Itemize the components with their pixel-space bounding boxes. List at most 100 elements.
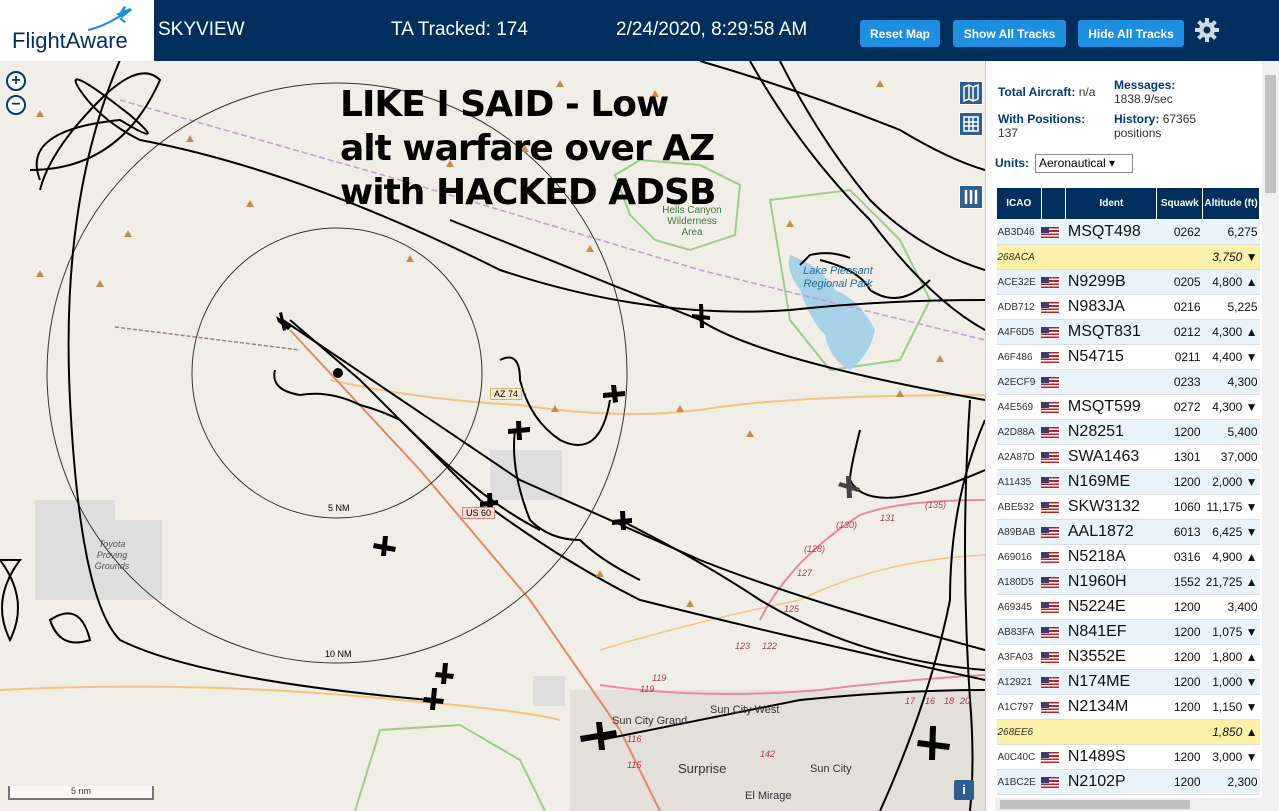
row-flag — [1041, 369, 1066, 395]
row-ident: N28251 — [1065, 419, 1157, 445]
row-icao: 268ACA — [996, 244, 1042, 270]
row-icao: AB83FA — [996, 619, 1042, 645]
row-squawk: 0262 — [1156, 219, 1203, 245]
table-row[interactable]: A1BC2E N2102P 1200 2,300 — [996, 769, 1260, 795]
row-ident: N5224E — [1065, 594, 1157, 620]
aircraft-icon — [423, 688, 444, 710]
label-surprise: Surprise — [678, 761, 727, 776]
row-ident: N2102P — [1065, 769, 1157, 795]
grid-toggle-button[interactable] — [959, 112, 983, 136]
col-flag[interactable] — [1040, 187, 1067, 220]
row-flag — [1041, 719, 1066, 745]
us-flag-icon — [1041, 376, 1060, 388]
table-row[interactable]: AB83FA N841EF 1200 1,075 ▼ — [996, 619, 1260, 645]
row-altitude: 4,800 ▲ — [1202, 269, 1260, 295]
table-row[interactable]: A11435 N169ME 1200 2,000 ▼ — [996, 469, 1260, 495]
table-row[interactable]: A3FA03 N3552E 1200 1,800 ▲ — [996, 644, 1260, 670]
label-route: 125 — [784, 604, 800, 614]
table-row[interactable]: A2ECF9 0233 4,300 — [996, 369, 1260, 395]
reset-map-button[interactable]: Reset Map — [860, 20, 940, 47]
table-row[interactable]: ACE32E N9299B 0205 4,800 ▲ — [996, 269, 1260, 295]
row-altitude: 37,000 — [1202, 444, 1260, 470]
table-row[interactable]: A89BAB AAL1872 6013 6,425 ▼ — [996, 519, 1260, 545]
row-altitude: 21,725 ▲ — [1202, 569, 1260, 595]
units-select[interactable]: Aeronautical ▾ — [1035, 154, 1133, 173]
vertical-scrollbar-thumb[interactable] — [1265, 75, 1276, 193]
table-row[interactable]: A1C797 N2134M 1200 1,150 ▼ — [996, 694, 1260, 720]
row-ident: N2134M — [1065, 694, 1157, 720]
trail — [114, 326, 301, 351]
table-row[interactable]: A69016 N5218A 0316 4,900 ▲ — [996, 544, 1260, 570]
row-icao: AB3D46 — [996, 219, 1042, 245]
gear-icon[interactable] — [1194, 17, 1220, 43]
brand-name: FlightAware — [12, 28, 128, 53]
zoom-in-button[interactable]: + — [6, 71, 26, 91]
us-flag-icon — [1041, 701, 1060, 713]
table-row[interactable]: A4F6D5 MSQT831 0212 4,300 ▲ — [996, 319, 1260, 345]
row-squawk: 6013 — [1156, 519, 1203, 545]
row-ident: N169ME — [1065, 469, 1157, 495]
us-flag-icon — [1041, 501, 1060, 513]
row-icao: A1C797 — [996, 694, 1042, 720]
col-squawk[interactable]: Squawk — [1156, 187, 1204, 220]
row-icao: A89BAB — [996, 519, 1042, 545]
columns-toggle-button[interactable] — [959, 185, 983, 209]
top-bar: FlightAware SKYVIEW TA Tracked: 174 2/24… — [0, 0, 1279, 61]
table-row[interactable]: A180D5 N1960H 1552 21,725 ▲ — [996, 569, 1260, 595]
info-button[interactable]: i — [954, 780, 974, 800]
row-altitude: 3,000 ▼ — [1202, 744, 1260, 770]
row-flag — [1041, 694, 1066, 720]
table-row[interactable]: A69345 N5224E 1200 3,400 — [996, 594, 1260, 620]
terrain-patch — [533, 676, 565, 706]
aircraft-table: ICAO Ident Squawk Altitude (ft) AB3D46 MS… — [996, 187, 1260, 811]
horizontal-scrollbar-thumb[interactable] — [1000, 800, 1190, 809]
table-row[interactable]: ABE532 SKW3132 1060 11,175 ▼ — [996, 494, 1260, 520]
table-row[interactable]: A0C40C N1489S 1200 3,000 ▼ — [996, 744, 1260, 770]
row-squawk: 1200 — [1156, 744, 1203, 770]
row-ident — [1065, 244, 1157, 270]
row-flag — [1041, 544, 1066, 570]
us-flag-icon — [1041, 776, 1060, 788]
flightaware-logo[interactable]: FlightAware — [0, 0, 154, 61]
row-icao: ACE32E — [996, 269, 1042, 295]
map-view[interactable]: Hells Canyon Wilderness Area Lake Pleasa… — [0, 61, 985, 811]
us-flag-icon — [1041, 576, 1060, 588]
hide-all-tracks-button[interactable]: Hide All Tracks — [1078, 20, 1184, 47]
col-icao[interactable]: ICAO — [996, 187, 1042, 220]
tracked-count: TA Tracked: 174 — [391, 19, 528, 40]
row-ident: MSQT831 — [1065, 319, 1157, 345]
table-row[interactable]: A2D88A N28251 1200 5,400 — [996, 419, 1260, 445]
label-route: 115 — [627, 760, 642, 770]
terrain-patch — [490, 450, 562, 500]
table-row[interactable]: 268EE6 1,850 ▲ — [996, 719, 1260, 745]
label-el-mirage: El Mirage — [745, 790, 792, 802]
row-squawk: 1200 — [1156, 594, 1203, 620]
row-icao: A69016 — [996, 544, 1042, 570]
row-icao: A4F6D5 — [996, 319, 1042, 345]
label-route: 20 — [960, 696, 971, 706]
row-icao: A3FA03 — [996, 644, 1042, 670]
label-route: 122 — [762, 641, 778, 651]
row-altitude: 4,400 ▼ — [1202, 344, 1260, 370]
show-all-tracks-button[interactable]: Show All Tracks — [953, 20, 1066, 47]
row-squawk — [1156, 244, 1203, 270]
us-flag-icon — [1041, 326, 1060, 338]
table-row[interactable]: AB3D46 MSQT498 0262 6,275 — [996, 219, 1260, 245]
table-row[interactable]: A2A87D SWA1463 1301 37,000 — [996, 444, 1260, 470]
col-ident[interactable]: Ident — [1065, 187, 1158, 220]
us-flag-icon — [1041, 751, 1060, 763]
row-flag — [1041, 744, 1066, 770]
row-ident: SWA1463 — [1065, 444, 1157, 470]
label-route: 16 — [925, 696, 936, 706]
zoom-out-button[interactable]: − — [6, 95, 26, 115]
col-altitude[interactable]: Altitude (ft) — [1202, 187, 1260, 220]
table-row[interactable]: A4E569 MSQT599 0272 4,300 ▼ — [996, 394, 1260, 420]
table-row[interactable]: ADB712 N983JA 0216 5,225 — [996, 294, 1260, 320]
row-altitude: 2,300 — [1202, 769, 1260, 795]
us-flag-icon — [1041, 226, 1060, 238]
table-row[interactable]: A12921 N174ME 1200 1,000 ▼ — [996, 669, 1260, 695]
row-altitude: 6,425 ▼ — [1202, 519, 1260, 545]
table-row[interactable]: 268ACA 3,750 ▼ — [996, 244, 1260, 270]
table-row[interactable]: A6F486 N54715 0211 4,400 ▼ — [996, 344, 1260, 370]
map-layer-button[interactable] — [959, 81, 983, 105]
